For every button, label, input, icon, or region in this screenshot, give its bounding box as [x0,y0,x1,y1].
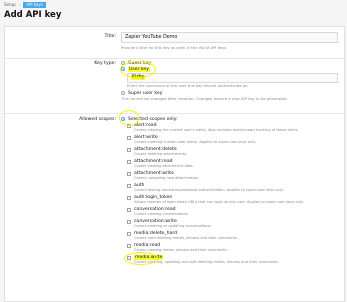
scope-hint: Covers deleting attachments. [134,152,188,156]
scope-hint: Covers creating custom user alerts. Appl… [134,140,256,144]
key-type-label: Key type: [94,61,116,66]
breadcrumb-item-api-keys[interactable]: API keys [23,1,46,8]
scope-item[interactable]: alert:read Covers viewing the current us… [127,123,338,133]
user-key-username-input[interactable]: Kirby [127,73,338,83]
breadcrumb: Setup › API keys [4,1,46,8]
api-key-form: Title: Zapier YouTube Demo Provide a tit… [4,26,345,302]
scope-checkbox[interactable] [127,219,131,224]
chevron-right-icon: › [18,2,21,7]
scope-checkbox[interactable] [127,159,131,164]
scope-checkbox[interactable] [127,147,131,152]
super-user-key-radio[interactable] [121,91,125,95]
scope-hint: Covers creating, updating and soft-delet… [134,260,279,264]
scope-hint: Allows creation of login token URLs that… [134,200,304,204]
scope-item[interactable]: media:write Covers creating, updating an… [127,255,338,265]
scope-hint: Covers viewing the current user's alerts… [134,128,299,132]
scope-checkbox[interactable] [127,231,131,236]
scope-item[interactable]: conversation:write Covers creating or up… [127,219,338,229]
scopes-label: Allowed scopes: [79,117,116,122]
scope-item[interactable]: attachment:delete Covers deleting attach… [127,147,338,157]
scope-checkbox[interactable] [127,195,131,200]
scope-hint: Covers testing username/password authent… [134,188,284,192]
annotation-circle [124,252,158,265]
scopes-row: Allowed scopes: Selected scopes only: al… [5,115,344,301]
scope-hint: Covers creating or updating conversation… [134,224,212,228]
scope-item[interactable]: media:read Covers viewing media, albums … [127,243,338,253]
scope-hint: Covers viewing conversations. [134,212,189,216]
page-title: Add API key [4,10,62,20]
scope-item[interactable]: alert:write Covers creating custom user … [127,135,338,145]
annotation-circle [119,110,139,126]
scope-item[interactable]: media:delete_hard Covers hard deleting m… [127,231,338,241]
key-type-row: Key type: Guest key User key Kirby Enter… [5,58,344,112]
title-label: Title: [104,34,116,39]
scope-checkbox[interactable] [127,243,131,248]
annotation-circle [120,61,156,78]
scope-item[interactable]: auth Covers testing username/password au… [127,183,338,193]
title-hint: Provide a title for this key as seen in … [121,45,228,50]
scope-checkbox[interactable] [127,183,131,188]
super-user-key-label: Super user key [128,90,163,96]
scope-item[interactable]: attachment:read Covers viewing attachmen… [127,159,338,169]
scope-hint: Covers viewing attachment data. [134,164,194,168]
scope-checkbox[interactable] [127,207,131,212]
scope-hint: Covers uploading new attachments. [134,176,199,180]
scope-checkbox[interactable] [127,135,131,140]
scope-hint: Covers viewing media, albums and their c… [134,248,228,252]
scope-item[interactable]: attachment:write Covers uploading new at… [127,171,338,181]
scope-hint: Covers hard deleting media, albums and t… [134,236,238,240]
scope-item[interactable]: auth:login_token Allows creation of logi… [127,195,338,205]
divider [5,113,344,114]
breadcrumb-item-setup[interactable]: Setup [4,2,16,7]
scope-checkbox[interactable] [127,171,131,176]
scope-item[interactable]: conversation:read Covers viewing convers… [127,207,338,217]
title-input[interactable]: Zapier YouTube Demo [121,32,338,43]
super-user-key-hint: This cannot be changed after creation. C… [121,96,288,101]
user-key-hint: Enter the username of the user this key … [127,83,249,88]
title-row: Title: Zapier YouTube Demo Provide a tit… [5,31,344,53]
selected-scopes-only-option[interactable]: Selected scopes only: [121,116,338,122]
